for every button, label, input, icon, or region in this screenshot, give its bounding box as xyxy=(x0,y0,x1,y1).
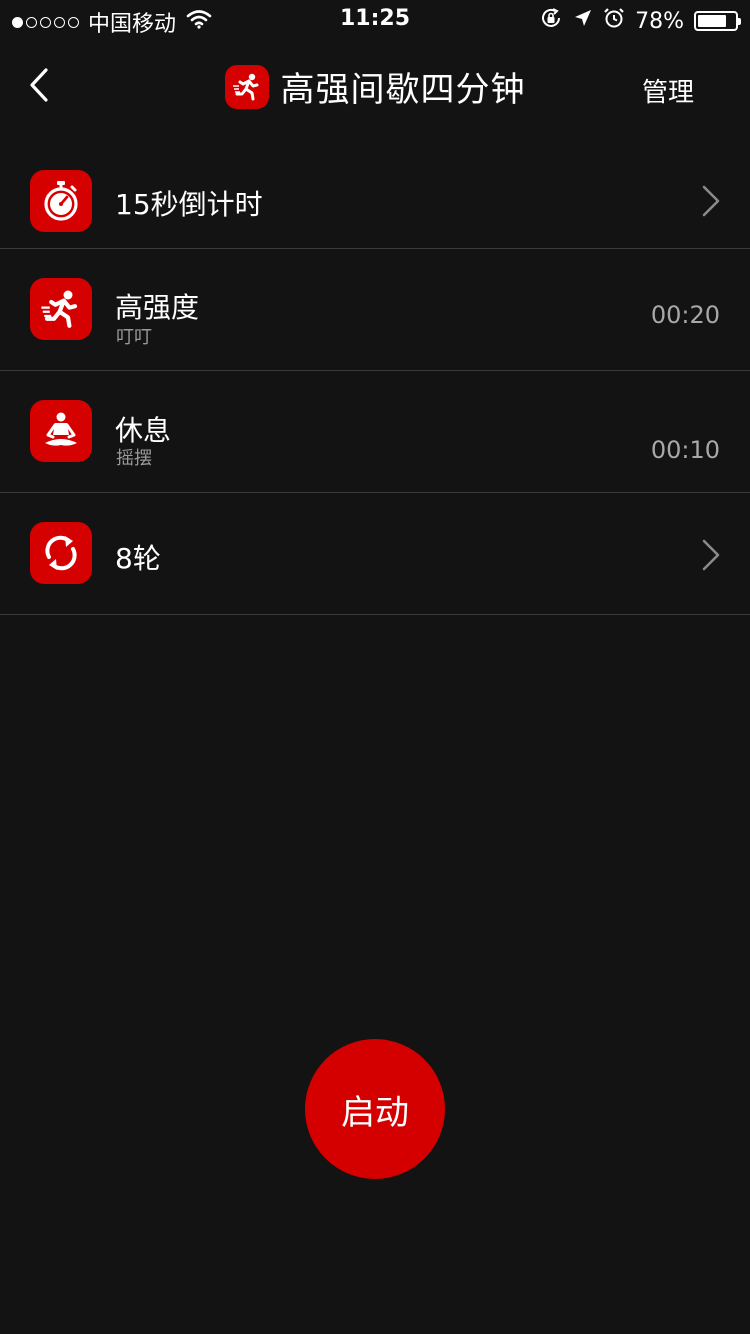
list-item-sub: 摇摆 xyxy=(116,448,152,469)
list-item-time: 00:10 xyxy=(650,436,720,464)
status-right: 78% xyxy=(539,6,741,36)
list-item-rest[interactable]: 休息 摇摆 00:10 xyxy=(0,371,750,493)
running-man-icon xyxy=(224,64,269,109)
list-item-time: 00:20 xyxy=(650,301,720,329)
start-button[interactable]: 启动 xyxy=(305,1039,445,1179)
repeat-icon xyxy=(30,522,92,584)
battery-icon xyxy=(694,11,741,31)
list-item-label: 15秒倒计时 xyxy=(115,188,263,221)
nav-bar: 高强间歇四分钟 管理 xyxy=(0,40,750,130)
meditation-icon xyxy=(30,400,92,462)
status-bar: 中国移动 11:25 78% xyxy=(0,0,750,40)
chevron-right-icon xyxy=(702,185,720,217)
chevron-right-icon xyxy=(702,539,720,571)
list-item-rounds[interactable]: 8轮 xyxy=(0,493,750,615)
interval-list: 15秒倒计时 高强度 叮叮 00:20 休息 摇摆 00:10 8轮 xyxy=(0,140,750,615)
manage-button[interactable]: 管理 xyxy=(642,72,694,109)
list-item-high-intensity[interactable]: 高强度 叮叮 00:20 xyxy=(0,249,750,371)
list-item-sub: 叮叮 xyxy=(116,327,152,348)
list-item-label: 8轮 xyxy=(115,542,161,575)
page-title: 高强间歇四分钟 xyxy=(280,70,526,110)
list-item-label: 休息 xyxy=(115,414,172,447)
battery-fill xyxy=(698,15,727,27)
list-item-countdown[interactable]: 15秒倒计时 xyxy=(0,140,750,249)
location-icon xyxy=(573,8,593,34)
battery-percent: 78% xyxy=(635,8,684,34)
alarm-icon xyxy=(603,7,625,35)
list-item-label: 高强度 xyxy=(115,291,200,324)
rotation-lock-icon xyxy=(539,6,563,36)
running-man-icon xyxy=(30,278,92,340)
stopwatch-icon xyxy=(30,170,92,232)
nav-title: 高强间歇四分钟 xyxy=(0,62,750,111)
